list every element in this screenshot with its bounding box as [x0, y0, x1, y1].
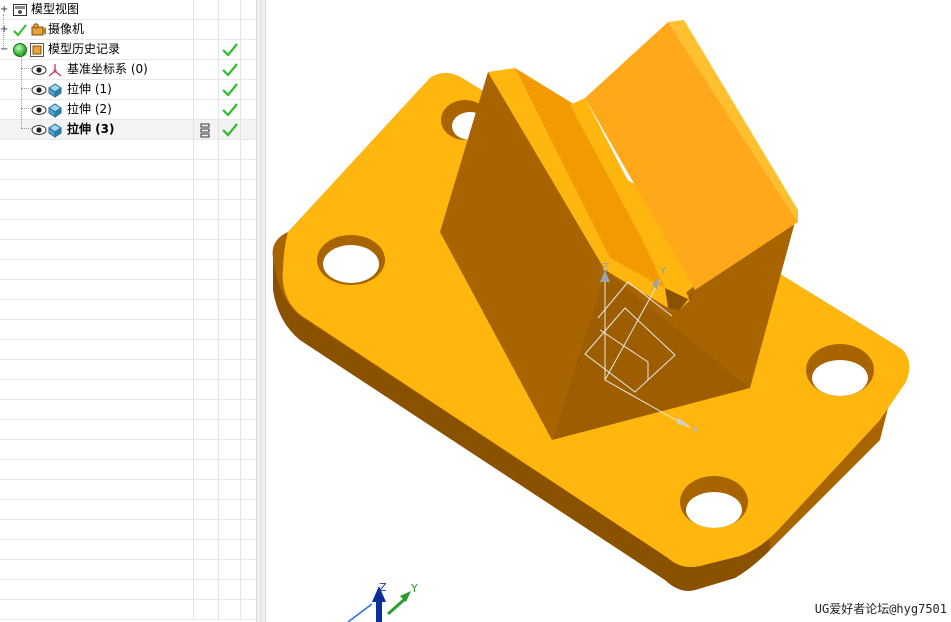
empty-tree-row — [0, 580, 256, 600]
part-model[interactable]: Z Y X Z Y — [266, 0, 951, 622]
check-icon — [222, 43, 238, 57]
sketch-dependency-icon[interactable] — [199, 122, 211, 138]
tree-node-camera[interactable]: + 摄像机 — [0, 20, 256, 40]
model-views-icon — [13, 4, 27, 16]
tree-node-label: 摄像机 — [48, 22, 85, 36]
collapse-toggle[interactable]: − — [0, 45, 8, 55]
check-icon — [13, 24, 27, 37]
empty-tree-row — [0, 320, 256, 340]
empty-tree-row — [0, 500, 256, 520]
tree-node-label: 拉伸 (1) — [67, 82, 112, 96]
tree-node-model-history[interactable]: − 模型历史记录 — [0, 40, 256, 60]
empty-tree-row — [0, 240, 256, 260]
tree-node-label: 模型视图 — [31, 2, 80, 16]
svg-text:Y: Y — [659, 266, 667, 277]
empty-tree-row — [0, 360, 256, 380]
svg-text:Y: Y — [410, 582, 418, 595]
navigator-tree: + 模型视图 + 摄像机 − 模型历史记录 基准坐标系 (0) 拉伸 (1) 拉… — [0, 0, 256, 620]
part-navigator: + 模型视图 + 摄像机 − 模型历史记录 基准坐标系 (0) 拉伸 (1) 拉… — [0, 0, 256, 622]
check-icon — [222, 103, 238, 117]
svg-text:Z: Z — [379, 581, 387, 594]
check-icon — [222, 123, 238, 137]
tree-node-datum-csys[interactable]: 基准坐标系 (0) — [0, 60, 256, 80]
tree-node-extrude-2[interactable]: 拉伸 (2) — [0, 100, 256, 120]
empty-tree-row — [0, 200, 256, 220]
empty-tree-row — [0, 180, 256, 200]
tree-node-label: 基准坐标系 (0) — [67, 62, 148, 76]
view-triad: Z Y — [347, 581, 418, 622]
tree-node-model-views[interactable]: + 模型视图 — [0, 0, 256, 20]
empty-tree-row — [0, 460, 256, 480]
extrude-icon — [48, 123, 62, 138]
empty-tree-row — [0, 540, 256, 560]
check-icon — [222, 83, 238, 97]
empty-tree-row — [0, 600, 256, 620]
watermark-text: UG爱好者论坛@hyg7501 — [814, 602, 947, 616]
eye-icon[interactable] — [31, 122, 47, 138]
svg-text:Z: Z — [602, 262, 609, 273]
tree-node-label: 模型历史记录 — [48, 42, 121, 56]
empty-tree-row — [0, 220, 256, 240]
datum-csys-icon — [48, 64, 62, 77]
expand-toggle[interactable]: + — [0, 25, 8, 35]
tree-node-extrude-3[interactable]: 拉伸 (3) — [0, 120, 256, 140]
empty-tree-row — [0, 440, 256, 460]
empty-tree-row — [0, 420, 256, 440]
empty-tree-row — [0, 520, 256, 540]
model-history-icon — [30, 43, 44, 57]
empty-tree-rows — [0, 140, 256, 620]
empty-tree-row — [0, 300, 256, 320]
eye-icon[interactable] — [31, 62, 47, 78]
empty-tree-row — [0, 340, 256, 360]
empty-tree-row — [0, 560, 256, 580]
empty-tree-row — [0, 160, 256, 180]
tree-node-extrude-1[interactable]: 拉伸 (1) — [0, 80, 256, 100]
extrude-icon — [48, 103, 62, 118]
green-status-icon — [13, 43, 27, 57]
svg-text:X: X — [692, 425, 699, 436]
eye-icon[interactable] — [31, 102, 47, 118]
tree-node-label: 拉伸 (2) — [67, 102, 112, 116]
empty-tree-row — [0, 480, 256, 500]
check-icon — [222, 63, 238, 77]
expand-toggle[interactable]: + — [0, 5, 8, 15]
empty-tree-row — [0, 400, 256, 420]
empty-tree-row — [0, 380, 256, 400]
tree-node-label: 拉伸 (3) — [67, 122, 115, 136]
empty-tree-row — [0, 140, 256, 160]
panel-splitter[interactable] — [256, 0, 266, 622]
camera-icon — [31, 23, 46, 36]
empty-tree-row — [0, 280, 256, 300]
empty-tree-row — [0, 260, 256, 280]
extrude-icon — [48, 83, 62, 98]
graphics-window[interactable]: Z Y X Z Y UG爱好者论坛@hyg7501 — [266, 0, 951, 622]
eye-icon[interactable] — [31, 82, 47, 98]
